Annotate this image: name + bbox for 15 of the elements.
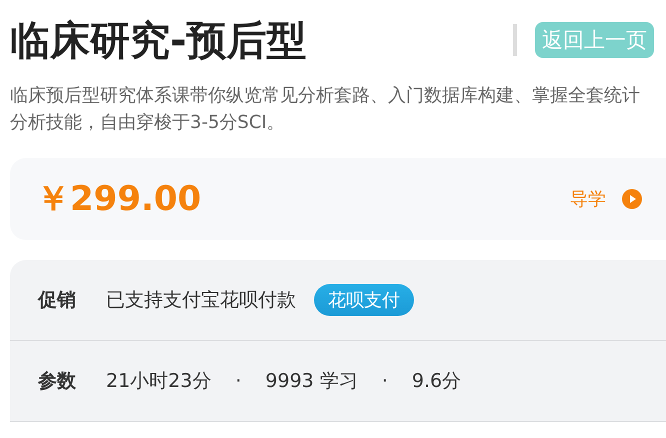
play-icon[interactable] (622, 189, 642, 209)
page-title: 临床研究-预后型 (10, 16, 308, 66)
separator-dot: · (382, 370, 388, 392)
param-value: 9993 学习 (265, 369, 358, 394)
param-value: 21小时23分 (106, 369, 212, 394)
promotion-text: 已支持支付宝花呗付款 (106, 288, 296, 313)
guide-link[interactable]: 导学 (570, 187, 606, 211)
course-description: 临床预后型研究体系课带你纵览常见分析套路、入门数据库构建、掌握全套统计分析技能，自由穿梭于3-5分SCI。 (10, 84, 641, 135)
param-value: 9.6分 (412, 369, 462, 394)
params-label: 参数 (38, 369, 76, 394)
separator-dot: · (235, 370, 242, 392)
payment-tag: 花呗支付 (314, 284, 414, 316)
price: ￥299.00 (36, 178, 202, 221)
promotion-label: 促销 (38, 288, 76, 313)
back-button[interactable]: 返回上一页 (535, 22, 654, 58)
